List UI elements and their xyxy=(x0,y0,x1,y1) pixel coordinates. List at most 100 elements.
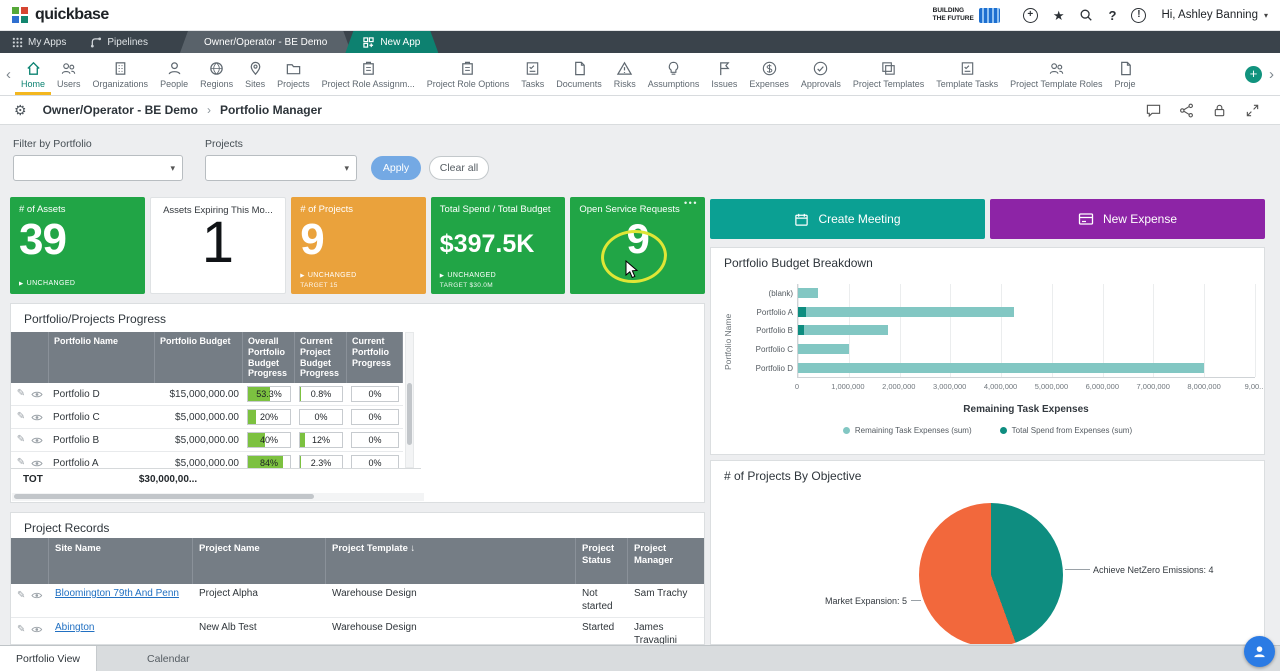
nav-item[interactable]: Proje xyxy=(1109,53,1142,95)
breadcrumb-separator: › xyxy=(206,103,211,117)
new-expense-button[interactable]: New Expense xyxy=(990,199,1265,239)
column-header[interactable]: Current Portfolio Progress xyxy=(347,332,403,384)
horizontal-scrollbar[interactable] xyxy=(12,493,424,501)
nav-item[interactable]: Home xyxy=(15,53,52,95)
cell-portfolio-name[interactable]: Portfolio D xyxy=(49,383,155,407)
legend-item[interactable]: Total Spend from Expenses (sum) xyxy=(999,426,1132,435)
bar-segment[interactable] xyxy=(804,325,888,336)
apply-button[interactable]: Apply xyxy=(371,156,421,180)
cell-portfolio-name[interactable]: Portfolio C xyxy=(49,406,155,430)
add-icon[interactable]: + xyxy=(1022,7,1038,23)
bar-segment[interactable] xyxy=(798,288,819,299)
objective-pie[interactable] xyxy=(919,503,1063,644)
edit-icon[interactable]: ✎ xyxy=(17,389,25,399)
app-tab[interactable]: Owner/Operator - BE Demo xyxy=(180,31,351,53)
column-header[interactable]: Project Manager xyxy=(628,538,704,584)
cell-portfolio-name[interactable]: Portfolio B xyxy=(49,429,155,453)
nav-item[interactable]: Project Template Roles xyxy=(1004,53,1108,95)
column-header[interactable]: Current Project Budget Progress xyxy=(295,332,347,384)
add-table-button[interactable]: + xyxy=(1245,65,1262,83)
tab-portfolio-view[interactable]: Portfolio View xyxy=(0,646,98,671)
nav-item[interactable]: Documents xyxy=(550,53,608,95)
legend-item[interactable]: Remaining Task Expenses (sum) xyxy=(842,426,972,435)
quickbase-logo[interactable]: quickbase xyxy=(12,6,109,24)
nav-item[interactable]: Users xyxy=(51,53,87,95)
edit-icon[interactable]: ✎ xyxy=(17,625,25,635)
help-widget-button[interactable] xyxy=(1244,636,1275,667)
user-menu[interactable]: Hi, Ashley Banning ▾ xyxy=(1161,9,1268,21)
nav-item[interactable]: Expenses xyxy=(743,53,795,95)
column-header[interactable]: Portfolio Budget xyxy=(155,332,243,384)
clear-all-button[interactable]: Clear all xyxy=(429,156,489,180)
nav-scroll-left-icon[interactable]: ‹ xyxy=(2,66,15,83)
edit-icon[interactable]: ✎ xyxy=(17,435,25,445)
nav-item[interactable]: Approvals xyxy=(795,53,847,95)
column-header[interactable]: Overall Portfolio Budget Progress xyxy=(243,332,295,384)
portfolio-filter-select[interactable]: ▾ xyxy=(13,155,183,181)
nav-item[interactable]: Template Tasks xyxy=(930,53,1004,95)
nav-item-label: Documents xyxy=(556,79,602,89)
column-header[interactable]: Project Template ↓ xyxy=(326,538,576,584)
kpi-card-projects[interactable]: # of Projects 9 ▶ UNCHANGED TARGET 15 xyxy=(291,197,426,294)
view-icon[interactable] xyxy=(31,390,43,399)
vertical-scrollbar[interactable] xyxy=(405,332,414,468)
bar-segment[interactable] xyxy=(805,306,1014,317)
gear-icon[interactable]: ⚙ xyxy=(14,102,27,119)
kpi-card-assets-expiring[interactable]: Assets Expiring This Mo... 1 xyxy=(149,197,287,294)
budget-chart-plot[interactable] xyxy=(797,284,1256,378)
feedback-icon[interactable] xyxy=(1146,103,1161,118)
nav-item[interactable]: Tasks xyxy=(515,53,550,95)
scrollbar-thumb[interactable] xyxy=(14,494,314,499)
create-meeting-button[interactable]: Create Meeting xyxy=(710,199,985,239)
kpi-card-assets[interactable]: # of Assets 39 ▶ UNCHANGED xyxy=(10,197,145,294)
column-header[interactable]: Project Name xyxy=(193,538,326,584)
nav-item[interactable]: Project Role Assignm... xyxy=(316,53,421,95)
site-link[interactable]: Bloomington 79th And Penn xyxy=(55,588,179,601)
nav-item[interactable]: Projects xyxy=(271,53,316,95)
edit-icon[interactable]: ✎ xyxy=(17,458,25,468)
pipelines-button[interactable]: Pipelines xyxy=(78,31,160,53)
view-icon[interactable] xyxy=(31,625,43,634)
tab-calendar[interactable]: Calendar xyxy=(131,646,206,671)
nav-item[interactable]: Sites xyxy=(239,53,271,95)
view-icon[interactable] xyxy=(31,413,43,422)
notifications-icon[interactable]: ! xyxy=(1131,7,1147,23)
my-apps-button[interactable]: My Apps xyxy=(0,31,78,53)
view-icon[interactable] xyxy=(31,591,43,600)
nav-item[interactable]: People xyxy=(154,53,194,95)
view-icon[interactable] xyxy=(31,459,43,468)
projects-filter-select[interactable]: ▾ xyxy=(205,155,357,181)
fullscreen-icon[interactable] xyxy=(1245,103,1260,118)
favorites-star-icon[interactable]: ★ xyxy=(1053,9,1065,22)
site-link[interactable]: Abington xyxy=(55,622,94,635)
kpi-card-open-service-requests[interactable]: ••• Open Service Requests 9 xyxy=(570,197,705,294)
new-app-tab[interactable]: New App xyxy=(345,31,438,53)
column-header[interactable]: Portfolio Name xyxy=(49,332,155,384)
lock-icon[interactable] xyxy=(1212,103,1227,118)
nav-item[interactable]: Regions xyxy=(194,53,239,95)
nav-item-icon xyxy=(616,60,633,77)
search-icon[interactable] xyxy=(1079,8,1093,22)
nav-item[interactable]: Project Templates xyxy=(847,53,930,95)
nav-item[interactable]: Organizations xyxy=(87,53,155,95)
nav-item[interactable]: Project Role Options xyxy=(421,53,516,95)
share-icon[interactable] xyxy=(1179,103,1194,118)
bar-segment[interactable] xyxy=(798,306,806,317)
card-menu-dots[interactable]: ••• xyxy=(684,198,698,208)
nav-item[interactable]: Assumptions xyxy=(642,53,706,95)
column-header[interactable]: Project Status xyxy=(576,538,628,584)
bar-segment[interactable] xyxy=(798,362,1205,373)
nav-item[interactable]: Issues xyxy=(705,53,743,95)
nav-item[interactable]: Risks xyxy=(608,53,642,95)
nav-scroll-right-icon[interactable]: › xyxy=(1265,66,1278,83)
edit-icon[interactable]: ✎ xyxy=(17,412,25,422)
breadcrumb-app[interactable]: Owner/Operator - BE Demo xyxy=(43,103,198,117)
bar-segment[interactable] xyxy=(798,344,849,355)
edit-icon[interactable]: ✎ xyxy=(17,591,25,601)
scrollbar-thumb[interactable] xyxy=(407,383,412,445)
kpi-card-total-spend[interactable]: Total Spend / Total Budget $397.5K ▶ UNCH… xyxy=(430,197,566,294)
column-header[interactable]: Site Name xyxy=(49,538,193,584)
help-icon[interactable]: ? xyxy=(1108,8,1116,23)
x-axis-tick: 7,000,000 xyxy=(1136,382,1170,391)
view-icon[interactable] xyxy=(31,436,43,445)
